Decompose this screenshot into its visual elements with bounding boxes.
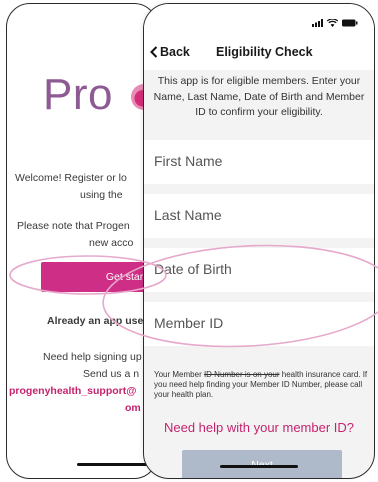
eligibility-phone-screen: Back Eligibility Check This app is for e…	[143, 3, 375, 479]
member-id-help-text: Your Member ID Number is on your health …	[154, 370, 368, 400]
member-id-placeholder: Member ID	[154, 315, 224, 331]
member-id-help-link[interactable]: Need help with your member ID?	[144, 420, 374, 435]
status-bar	[144, 4, 374, 38]
intro-text: This app is for eligible members. Enter …	[153, 75, 365, 118]
date-of-birth-field[interactable]: Date of Birth	[144, 248, 374, 292]
get-started-button[interactable]: Get start	[41, 262, 157, 292]
already-user-text[interactable]: Already an app use	[47, 313, 143, 330]
back-button[interactable]: Back	[150, 45, 190, 59]
signal-icon	[312, 19, 323, 27]
help-signup-line2: Send us a n	[83, 368, 140, 380]
page-title: Eligibility Check	[216, 45, 313, 59]
first-name-field[interactable]: First Name	[144, 140, 374, 184]
date-of-birth-placeholder: Date of Birth	[154, 261, 232, 277]
member-id-field[interactable]: Member ID	[144, 302, 374, 346]
first-name-placeholder: First Name	[154, 153, 223, 169]
welcome-text-line2: using the	[80, 189, 123, 201]
last-name-placeholder: Last Name	[154, 207, 222, 223]
last-name-field[interactable]: Last Name	[144, 194, 374, 238]
home-indicator[interactable]	[220, 465, 298, 468]
back-label: Back	[160, 45, 190, 59]
help-text-strike: ID Number is on your	[203, 370, 280, 379]
support-email-link[interactable]: progenyhealth_support@	[9, 383, 137, 400]
welcome-phone-screen: Pro Welcome! Register or lo using the Pl…	[6, 3, 158, 479]
chevron-left-icon	[150, 46, 158, 58]
help-signup-line1: Need help signing up	[43, 351, 142, 363]
support-email-link-end[interactable]: om	[125, 400, 141, 417]
progeny-logo-text: Pro	[43, 70, 113, 119]
navigation-bar: Back Eligibility Check	[144, 38, 374, 70]
note-text-line1: Please note that Progen	[17, 220, 130, 232]
battery-icon	[342, 19, 358, 27]
note-text-line2: new acco	[89, 237, 134, 249]
welcome-text-line1: Welcome! Register or lo	[15, 172, 127, 184]
wifi-icon	[327, 19, 338, 27]
help-text-part1: Your Member	[154, 370, 204, 379]
